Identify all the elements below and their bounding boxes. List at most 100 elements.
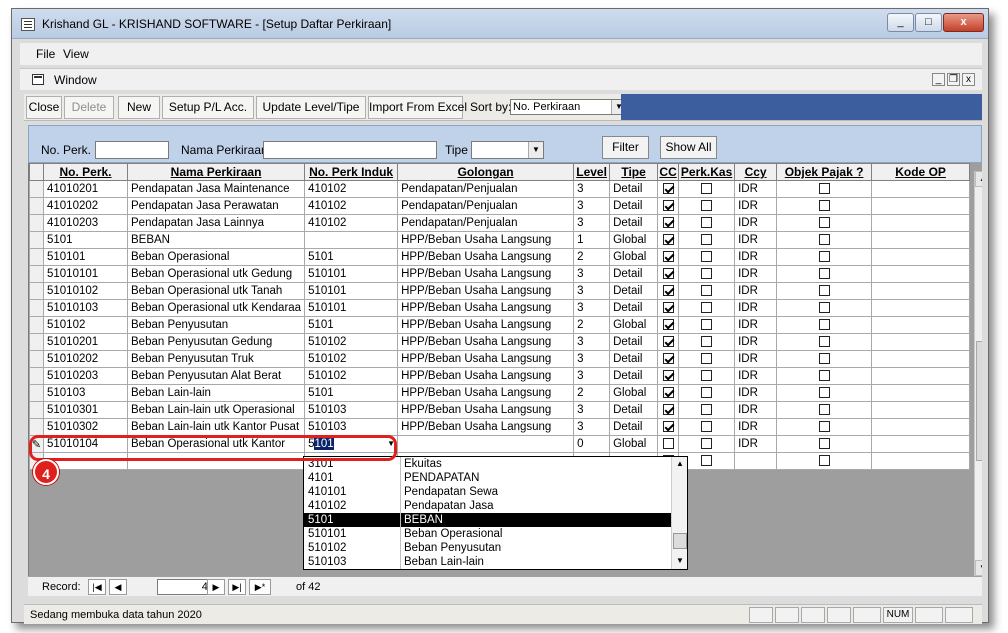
unchecked-checkbox[interactable] xyxy=(818,353,830,365)
scroll-thumb[interactable] xyxy=(976,341,982,461)
cell-ccy[interactable]: IDR xyxy=(734,435,778,453)
cell-kode-op[interactable] xyxy=(871,333,971,351)
cell-objek-pajak[interactable] xyxy=(776,265,873,283)
table-row[interactable]: 51010103 Beban Operasional utk Kendaraa 51… xyxy=(29,299,971,317)
cell-level[interactable]: 3 xyxy=(573,401,611,419)
cell-perk-kas[interactable] xyxy=(678,231,736,249)
cell-ccy[interactable]: IDR xyxy=(734,282,778,300)
cell-tipe[interactable]: Global xyxy=(609,248,659,266)
cell-perk-kas[interactable] xyxy=(678,214,736,232)
col-header-golongan[interactable]: Golongan xyxy=(397,163,575,181)
cell-cc[interactable] xyxy=(657,180,680,198)
row-selector[interactable] xyxy=(29,333,44,351)
table-row[interactable]: 510101 Beban Operasional 5101 HPP/Beban Usa… xyxy=(29,248,971,266)
dropdown-item[interactable]: 510103 Beban Lain-lain xyxy=(304,555,672,569)
cell-no-perk-induk[interactable]: 510101 xyxy=(304,282,399,300)
cell-no-perk[interactable]: 5101 xyxy=(43,231,128,249)
checked-checkbox[interactable] xyxy=(662,200,674,212)
cell-objek-pajak[interactable] xyxy=(776,452,873,470)
cell-nama-perkiraan[interactable]: Pendapatan Jasa Maintenance xyxy=(126,180,306,198)
cell-tipe[interactable]: Detail xyxy=(609,299,659,317)
unchecked-checkbox[interactable] xyxy=(818,319,830,331)
cell-level[interactable]: 0 xyxy=(573,435,611,453)
show-all-button[interactable]: Show All xyxy=(660,136,717,159)
dropdown-scrollbar[interactable]: ▲ ▼ xyxy=(671,457,687,569)
update-level-button[interactable]: Update Level/Tipe xyxy=(256,96,366,119)
unchecked-checkbox[interactable] xyxy=(818,302,830,314)
row-selector[interactable] xyxy=(29,316,44,334)
cell-cc[interactable] xyxy=(657,401,680,419)
cell-tipe[interactable]: Detail xyxy=(609,350,659,368)
col-header-cc[interactable]: CC xyxy=(657,163,680,181)
table-row[interactable]: 51010301 Beban Lain-lain utk Operasional 5… xyxy=(29,401,971,419)
cell-no-perk-induk[interactable]: 410102 xyxy=(304,214,399,232)
cell-nama-perkiraan[interactable]: Beban Lain-lain utk Operasional xyxy=(126,401,306,419)
cell-cc[interactable] xyxy=(657,231,680,249)
table-row[interactable]: 51010302 Beban Lain-lain utk Kantor Pusat… xyxy=(29,418,971,436)
cell-golongan[interactable] xyxy=(397,435,575,453)
unchecked-checkbox[interactable] xyxy=(701,455,713,467)
checked-checkbox[interactable] xyxy=(662,285,674,297)
cell-golongan[interactable]: Pendapatan/Penjualan xyxy=(397,197,575,215)
dropdown-item[interactable]: 510102 Beban Penyusutan xyxy=(304,541,672,555)
cell-tipe[interactable]: Global xyxy=(609,384,659,402)
cell-objek-pajak[interactable] xyxy=(776,333,873,351)
checked-checkbox[interactable] xyxy=(662,319,674,331)
cell-golongan[interactable]: Pendapatan/Penjualan xyxy=(397,180,575,198)
unchecked-checkbox[interactable] xyxy=(701,268,713,280)
row-selector[interactable] xyxy=(29,231,44,249)
form-icon[interactable] xyxy=(32,74,44,85)
unchecked-checkbox[interactable] xyxy=(701,200,713,212)
next-record-icon[interactable]: ▶ xyxy=(207,579,225,595)
cell-ccy[interactable] xyxy=(734,452,778,470)
col-header-nama-perkiraan[interactable]: Nama Perkiraan xyxy=(126,163,306,181)
cell-golongan[interactable]: HPP/Beban Usaha Langsung xyxy=(397,350,575,368)
unchecked-checkbox[interactable] xyxy=(818,251,830,263)
dropdown-item[interactable]: 410102 Pendapatan Jasa xyxy=(304,499,672,513)
cell-perk-kas[interactable] xyxy=(678,350,736,368)
mdi-restore-button[interactable]: ❐ xyxy=(947,73,960,86)
cell-objek-pajak[interactable] xyxy=(776,401,873,419)
cell-cc[interactable] xyxy=(657,418,680,436)
new-button[interactable]: New xyxy=(118,96,160,119)
cell-kode-op[interactable] xyxy=(871,418,971,436)
cell-golongan[interactable]: HPP/Beban Usaha Langsung xyxy=(397,333,575,351)
col-header-no-perk[interactable]: No. Perk. xyxy=(43,163,128,181)
cell-level[interactable]: 2 xyxy=(573,248,611,266)
cell-tipe[interactable]: Global xyxy=(609,435,659,453)
cell-kode-op[interactable] xyxy=(871,265,971,283)
cell-ccy[interactable]: IDR xyxy=(734,265,778,283)
unchecked-checkbox[interactable] xyxy=(818,455,830,467)
cell-no-perk[interactable]: 510103 xyxy=(43,384,128,402)
cell-kode-op[interactable] xyxy=(871,401,971,419)
cell-golongan[interactable]: HPP/Beban Usaha Langsung xyxy=(397,401,575,419)
cell-no-perk-induk[interactable]: 510103 xyxy=(304,401,399,419)
cell-perk-kas[interactable] xyxy=(678,316,736,334)
row-selector[interactable] xyxy=(29,299,44,317)
checked-checkbox[interactable] xyxy=(662,234,674,246)
cell-cc[interactable] xyxy=(657,367,680,385)
unchecked-checkbox[interactable] xyxy=(818,234,830,246)
cell-tipe[interactable]: Detail xyxy=(609,401,659,419)
previous-record-icon[interactable]: ◀ xyxy=(109,579,127,595)
menu-window[interactable]: Window xyxy=(54,73,97,87)
mdi-minimize-button[interactable]: _ xyxy=(932,73,945,86)
cell-kode-op[interactable] xyxy=(871,367,971,385)
cell-perk-kas[interactable] xyxy=(678,367,736,385)
table-row[interactable]: 51010202 Beban Penyusutan Truk 510102 HPP/B… xyxy=(29,350,971,368)
delete-button[interactable]: Delete xyxy=(64,96,114,119)
row-selector[interactable] xyxy=(29,197,44,215)
cell-no-perk-induk[interactable]: 5101 xyxy=(304,248,399,266)
cell-no-perk[interactable]: 510102 xyxy=(43,316,128,334)
cell-cc[interactable] xyxy=(657,435,680,453)
checked-checkbox[interactable] xyxy=(662,183,674,195)
cell-nama-perkiraan[interactable]: Beban Penyusutan Alat Berat xyxy=(126,367,306,385)
row-selector[interactable] xyxy=(29,282,44,300)
cell-tipe[interactable]: Detail xyxy=(609,197,659,215)
row-selector[interactable] xyxy=(29,418,44,436)
cell-ccy[interactable]: IDR xyxy=(734,401,778,419)
cell-perk-kas[interactable] xyxy=(678,265,736,283)
cell-perk-kas[interactable] xyxy=(678,197,736,215)
col-header-kode-op[interactable]: Kode OP xyxy=(871,163,971,181)
cell-kode-op[interactable] xyxy=(871,197,971,215)
